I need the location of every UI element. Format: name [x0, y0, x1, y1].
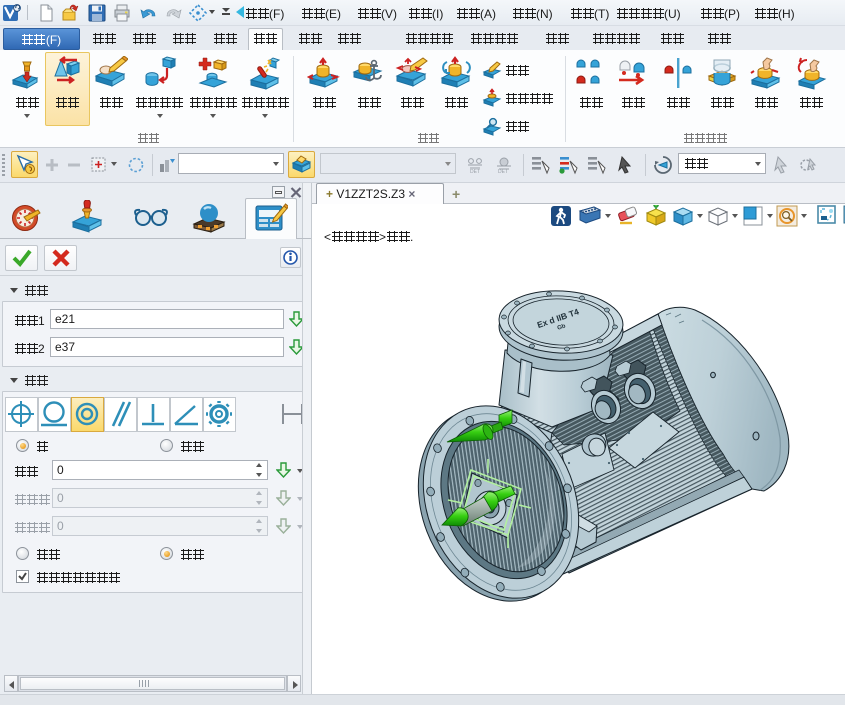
svg-text:DET: DET [470, 169, 480, 174]
svg-text:DET: DET [498, 169, 508, 174]
